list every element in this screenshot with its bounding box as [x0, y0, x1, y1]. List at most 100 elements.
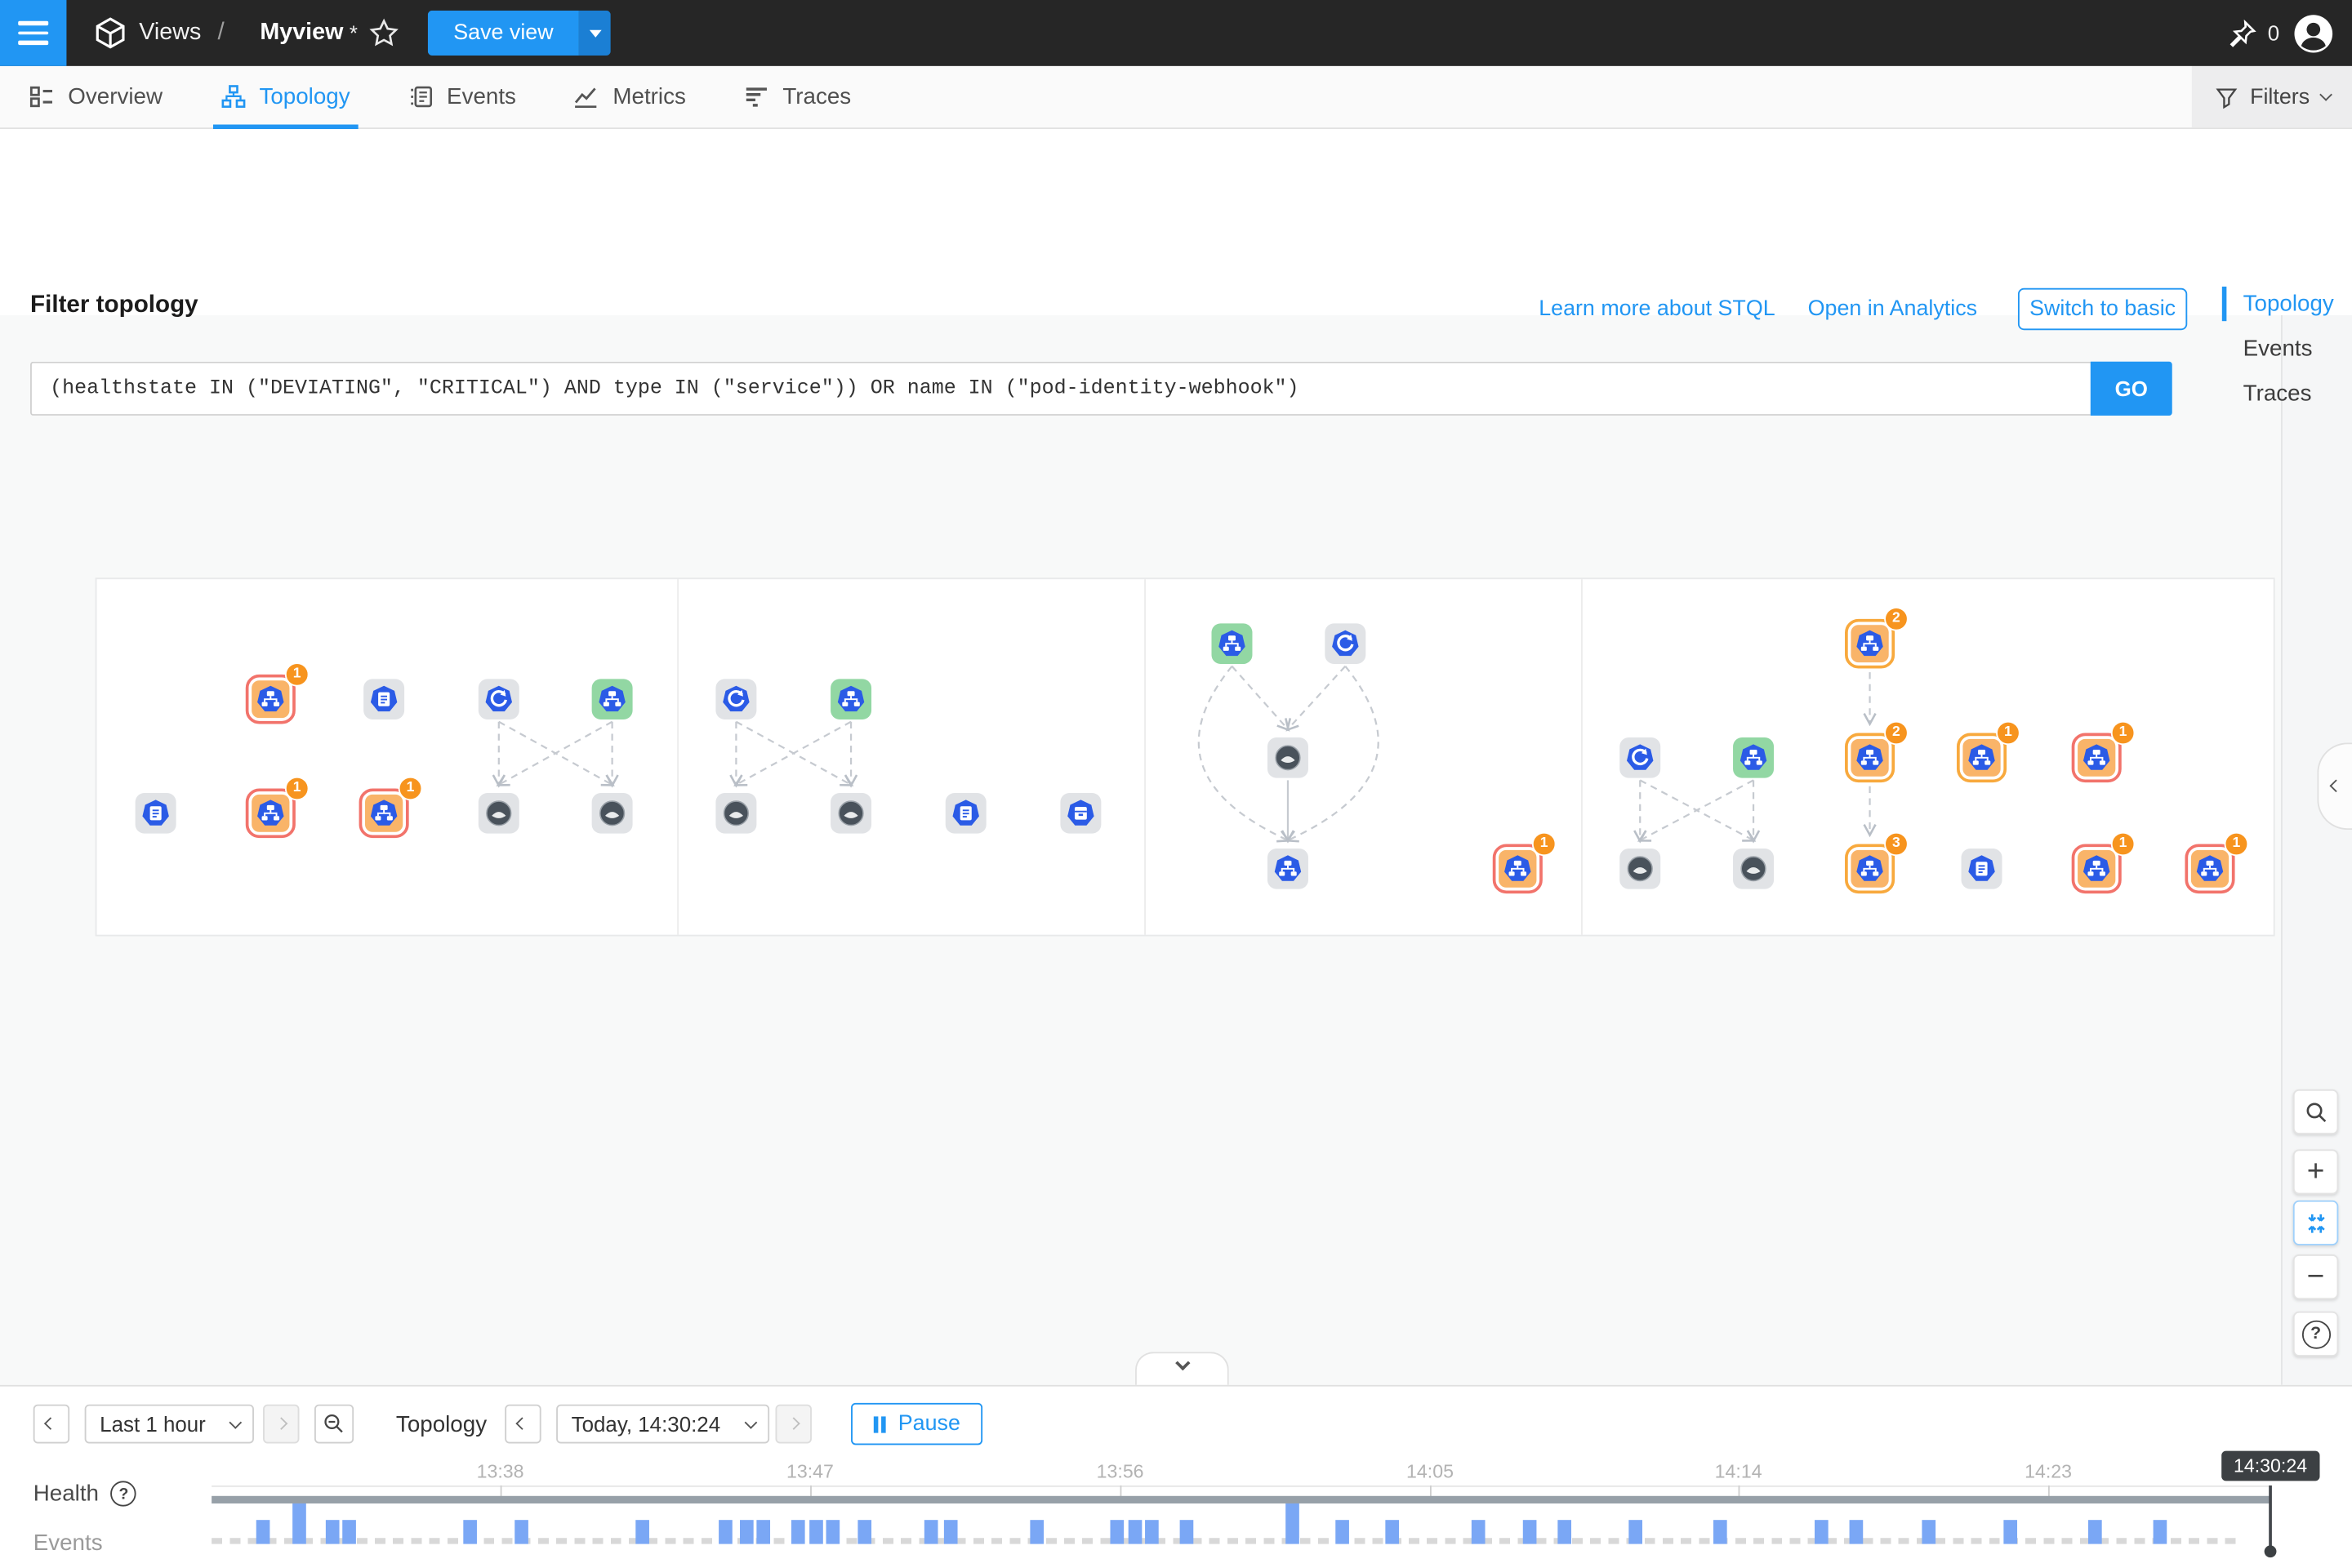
topology-node-pod[interactable]	[1267, 737, 1308, 778]
collapse-timeline-handle[interactable]	[1135, 1352, 1229, 1384]
tab-metrics[interactable]: Metrics	[545, 65, 715, 128]
event-bar[interactable]	[858, 1520, 871, 1544]
topology-node-pod[interactable]	[1733, 849, 1774, 889]
topology-canvas[interactable]: 1 1 1 1 2 2 1 1 3 1 1 + − ?	[0, 315, 2352, 1385]
event-bar[interactable]	[826, 1520, 840, 1544]
topology-node-list[interactable]	[136, 793, 176, 834]
rail-item-events[interactable]: Events	[2243, 336, 2313, 362]
zoom-out-button[interactable]: −	[2293, 1254, 2339, 1299]
topology-node-service[interactable]: 1	[2072, 844, 2122, 893]
topology-node-sync[interactable]	[479, 679, 519, 719]
event-bar[interactable]	[1285, 1503, 1299, 1544]
topology-node-service[interactable]: 1	[1957, 733, 2007, 783]
event-bar[interactable]	[342, 1520, 356, 1544]
topology-node-service[interactable]: 1	[1493, 844, 1543, 893]
timeline-plot[interactable]: 13:3813:4713:5614:0514:1414:23 14:30:24	[212, 1387, 2270, 1568]
topology-node-box[interactable]	[1060, 793, 1101, 834]
save-view-label[interactable]: Save view	[428, 11, 579, 56]
topology-node-service[interactable]	[831, 679, 871, 719]
topology-node-pod[interactable]	[479, 793, 519, 834]
time-back-button[interactable]	[33, 1405, 69, 1444]
event-bar[interactable]	[1815, 1520, 1829, 1544]
event-bar[interactable]	[944, 1520, 958, 1544]
topology-node-service[interactable]	[592, 679, 633, 719]
topology-node-service[interactable]	[1733, 737, 1774, 778]
topology-node-service[interactable]: 1	[246, 675, 296, 724]
event-bar[interactable]	[1145, 1520, 1159, 1544]
event-bar[interactable]	[2154, 1520, 2167, 1544]
event-bar[interactable]	[635, 1520, 649, 1544]
event-bar[interactable]	[1523, 1520, 1537, 1544]
event-bar[interactable]	[1335, 1520, 1349, 1544]
event-bar[interactable]	[924, 1520, 938, 1544]
filters-button[interactable]: Filters	[2192, 66, 2352, 127]
topology-node-pod[interactable]	[1619, 849, 1660, 889]
canvas-help-button[interactable]: ?	[2293, 1312, 2339, 1356]
topology-node-sync[interactable]	[1619, 737, 1660, 778]
topology-node-service[interactable]	[1211, 623, 1252, 664]
topology-node-list[interactable]	[946, 793, 987, 834]
event-bar[interactable]	[791, 1520, 805, 1544]
pin-icon[interactable]	[2226, 0, 2258, 66]
breadcrumb-views[interactable]: Views	[139, 0, 201, 66]
event-bar[interactable]	[463, 1520, 477, 1544]
topology-node-sync[interactable]	[1325, 623, 1365, 664]
event-bar[interactable]	[1472, 1520, 1486, 1544]
topology-node-service[interactable]: 2	[1845, 733, 1895, 783]
event-bar[interactable]	[2003, 1520, 2017, 1544]
event-bar[interactable]	[1557, 1520, 1571, 1544]
rail-item-traces[interactable]: Traces	[2243, 381, 2312, 407]
event-bar[interactable]	[1180, 1520, 1194, 1544]
tab-traces[interactable]: Traces	[715, 65, 880, 128]
topology-node-pod[interactable]	[592, 793, 633, 834]
event-bar[interactable]	[1849, 1520, 1863, 1544]
topology-node-service[interactable]: 1	[2185, 844, 2234, 893]
event-bar[interactable]	[292, 1503, 306, 1544]
topology-node-list[interactable]	[1962, 849, 2002, 889]
topology-node-service[interactable]	[1267, 849, 1308, 889]
topology-node-list[interactable]	[363, 679, 404, 719]
event-bar[interactable]	[326, 1520, 340, 1544]
topology-node-service[interactable]: 1	[2072, 733, 2122, 783]
rail-item-topology[interactable]: Topology	[2243, 291, 2334, 316]
stql-query-input[interactable]	[30, 362, 2091, 416]
switch-to-basic-button[interactable]: Switch to basic	[2018, 288, 2187, 330]
star-icon[interactable]	[369, 0, 399, 66]
event-bar[interactable]	[514, 1520, 528, 1544]
event-bar[interactable]	[809, 1520, 823, 1544]
avatar[interactable]	[2293, 0, 2334, 66]
stql-help-link[interactable]: Learn more about STQL	[1539, 297, 1775, 321]
event-bar[interactable]	[2088, 1520, 2102, 1544]
pin-count[interactable]: 0	[2268, 0, 2279, 66]
save-view-dropdown[interactable]	[579, 11, 611, 56]
event-bar[interactable]	[1385, 1520, 1399, 1544]
collapse-right-panel-handle[interactable]	[2317, 742, 2352, 830]
hamburger-menu-icon[interactable]	[0, 0, 66, 66]
tab-topology[interactable]: Topology	[191, 65, 379, 128]
topology-node-pod[interactable]	[831, 793, 871, 834]
topology-node-service[interactable]: 3	[1845, 844, 1895, 893]
tab-overview[interactable]: Overview	[0, 65, 191, 128]
event-bar[interactable]	[756, 1520, 770, 1544]
topology-node-service[interactable]: 2	[1845, 619, 1895, 669]
go-button[interactable]: GO	[2091, 362, 2172, 416]
event-bar[interactable]	[1129, 1520, 1143, 1544]
event-bar[interactable]	[719, 1520, 733, 1544]
event-bar[interactable]	[1628, 1520, 1642, 1544]
topology-node-pod[interactable]	[715, 793, 756, 834]
save-view-button[interactable]: Save view	[428, 11, 611, 56]
health-state-bar[interactable]	[212, 1496, 2270, 1503]
event-bar[interactable]	[1030, 1520, 1044, 1544]
zoom-in-button[interactable]: +	[2293, 1149, 2339, 1194]
canvas-search-button[interactable]	[2293, 1089, 2339, 1134]
topology-node-service[interactable]: 1	[246, 789, 296, 839]
event-bar[interactable]	[1110, 1520, 1124, 1544]
tab-events[interactable]: Events	[379, 65, 545, 128]
topology-node-service[interactable]: 1	[359, 789, 409, 839]
event-bar[interactable]	[1713, 1520, 1727, 1544]
topology-node-sync[interactable]	[715, 679, 756, 719]
event-bar[interactable]	[1922, 1520, 1936, 1544]
health-help-icon[interactable]: ?	[111, 1481, 136, 1506]
fit-to-screen-button[interactable]	[2293, 1200, 2339, 1245]
open-analytics-link[interactable]: Open in Analytics	[1808, 297, 1977, 321]
